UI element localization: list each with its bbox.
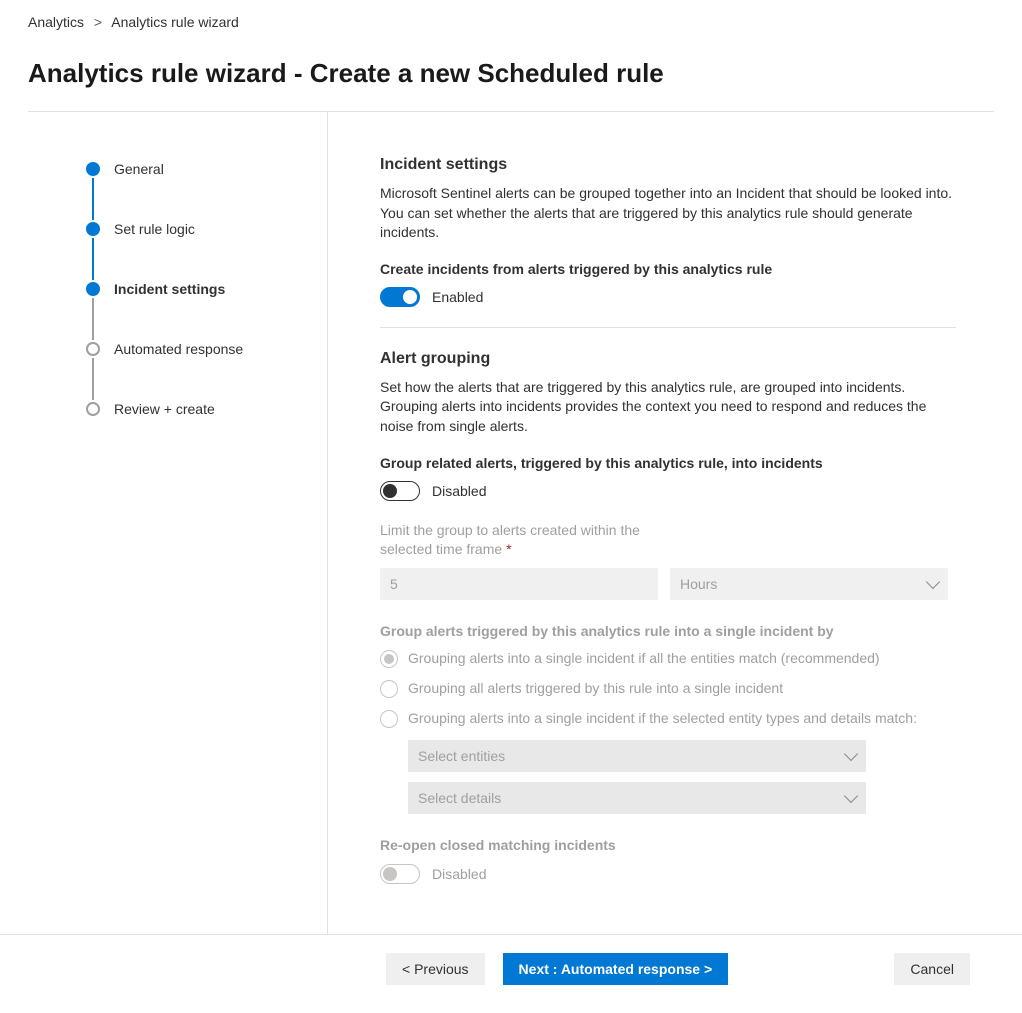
wizard-content: Incident settings Microsoft Sentinel ale… [328,112,988,934]
wizard-step-general[interactable]: General [86,160,307,220]
wizard-steps-sidebar: General Set rule logic Incident settings Au… [28,112,328,934]
timeframe-label: Limit the group to alerts created within… [380,521,956,560]
step-dot-icon [86,282,100,296]
wizard-step-review-create[interactable]: Review + create [86,400,307,418]
incident-settings-desc: Microsoft Sentinel alerts can be grouped… [380,184,956,243]
chevron-down-icon [844,789,858,803]
step-dot-icon [86,222,100,236]
step-connector [92,358,94,400]
group-by-radio-2[interactable]: Grouping alerts into a single incident i… [380,709,956,729]
group-related-toggle-state: Disabled [432,483,486,499]
group-related-toggle[interactable] [380,481,420,501]
select-entities-dropdown[interactable]: Select entities [408,740,866,772]
step-label: Review + create [114,400,215,418]
chevron-right-icon: > [88,14,108,30]
reopen-toggle-state: Disabled [432,866,486,882]
reopen-label: Re-open closed matching incidents [380,836,956,856]
chevron-down-icon [926,575,940,589]
page-title: Analytics rule wizard - Create a new Sch… [28,58,994,89]
step-label: General [114,160,164,178]
reopen-toggle[interactable] [380,864,420,884]
radio-label: Grouping alerts into a single incident i… [408,709,917,729]
group-by-label: Group alerts triggered by this analytics… [380,622,956,642]
wizard-actions: < Previous Next : Automated response > C… [0,934,1022,1013]
create-incidents-label: Create incidents from alerts triggered b… [380,261,956,277]
step-label: Automated response [114,340,243,358]
breadcrumb-current: Analytics rule wizard [111,14,239,30]
step-connector [92,178,94,220]
alert-grouping-heading: Alert grouping [380,350,956,368]
radio-label: Grouping alerts into a single incident i… [408,649,880,669]
next-button[interactable]: Next : Automated response > [503,953,729,985]
step-label: Incident settings [114,280,225,298]
step-dot-icon [86,342,100,356]
breadcrumb: Analytics > Analytics rule wizard [28,14,994,30]
step-dot-icon [86,402,100,416]
incident-settings-heading: Incident settings [380,156,956,174]
radio-icon [380,680,398,698]
divider [380,327,956,328]
toggle-knob-icon [383,484,397,498]
chevron-down-icon [844,747,858,761]
create-incidents-toggle[interactable] [380,287,420,307]
timeframe-unit-select[interactable]: Hours [670,568,948,600]
radio-icon [380,650,398,668]
wizard-step-set-rule-logic[interactable]: Set rule logic [86,220,307,280]
toggle-knob-icon [403,290,417,304]
timeframe-value-input[interactable]: 5 [380,568,658,600]
group-by-radio-0[interactable]: Grouping alerts into a single incident i… [380,649,956,669]
breadcrumb-root[interactable]: Analytics [28,14,84,30]
radio-icon [380,710,398,728]
step-dot-icon [86,162,100,176]
step-connector [92,238,94,280]
select-details-dropdown[interactable]: Select details [408,782,866,814]
step-label: Set rule logic [114,220,195,238]
cancel-button[interactable]: Cancel [894,953,970,985]
group-related-label: Group related alerts, triggered by this … [380,455,956,471]
create-incidents-toggle-state: Enabled [432,289,483,305]
alert-grouping-desc: Set how the alerts that are triggered by… [380,378,956,437]
wizard-step-automated-response[interactable]: Automated response [86,340,307,400]
radio-label: Grouping all alerts triggered by this ru… [408,679,783,699]
previous-button[interactable]: < Previous [386,953,485,985]
step-connector [92,298,94,340]
wizard-step-incident-settings[interactable]: Incident settings [86,280,307,340]
group-by-radio-1[interactable]: Grouping all alerts triggered by this ru… [380,679,956,699]
toggle-knob-icon [383,867,397,881]
